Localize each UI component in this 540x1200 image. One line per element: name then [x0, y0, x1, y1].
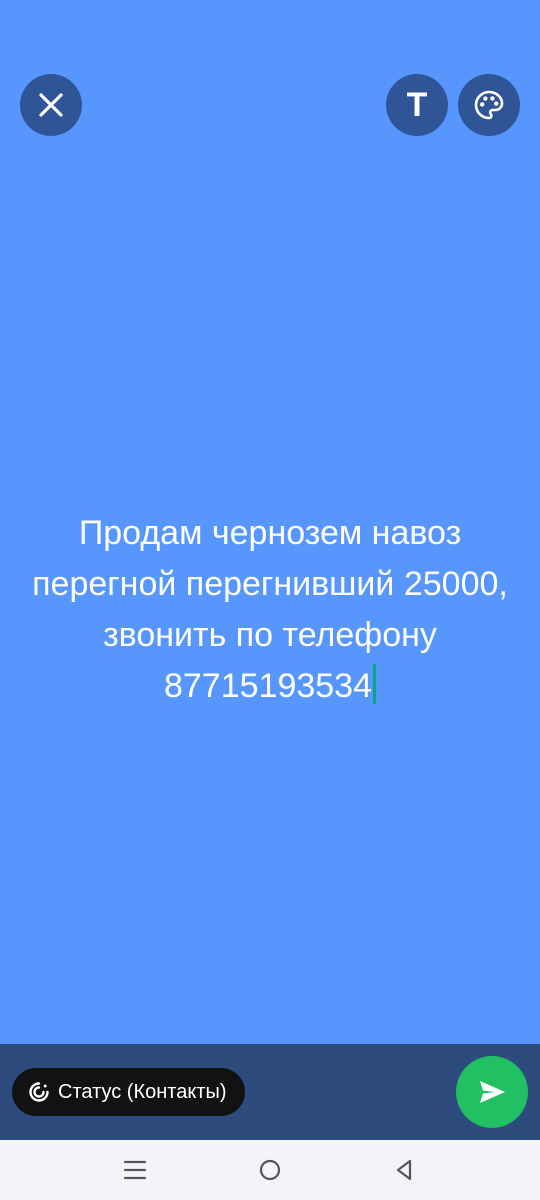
color-palette-button[interactable]	[458, 74, 520, 136]
back-triangle-icon	[396, 1159, 412, 1181]
send-icon	[480, 1081, 505, 1103]
send-button[interactable]	[456, 1056, 528, 1128]
system-navigation-bar	[0, 1140, 540, 1200]
status-audience-selector[interactable]: Статус (Контакты)	[12, 1068, 245, 1116]
status-text-area[interactable]: Продам чернозем навоз перегной перегнивш…	[20, 508, 520, 712]
home-button[interactable]	[250, 1150, 290, 1190]
text-format-icon: T	[406, 86, 428, 124]
back-button[interactable]	[384, 1150, 424, 1190]
status-canvas[interactable]: T Продам чернозем навоз перегной перегни…	[0, 0, 540, 1044]
text-style-button[interactable]: T	[386, 74, 448, 136]
home-circle-icon	[259, 1159, 281, 1181]
close-button[interactable]	[20, 74, 82, 136]
palette-icon	[474, 90, 504, 120]
recents-button[interactable]	[115, 1150, 155, 1190]
text-caret	[373, 664, 376, 704]
status-ring-icon	[29, 1082, 49, 1102]
status-audience-label: Статус (Контакты)	[58, 1080, 227, 1103]
composer-bar: Статус (Контакты)	[0, 1044, 540, 1140]
close-icon	[39, 93, 63, 117]
menu-icon	[123, 1160, 147, 1180]
status-text-input[interactable]: Продам чернозем навоз перегной перегнивш…	[32, 514, 517, 705]
